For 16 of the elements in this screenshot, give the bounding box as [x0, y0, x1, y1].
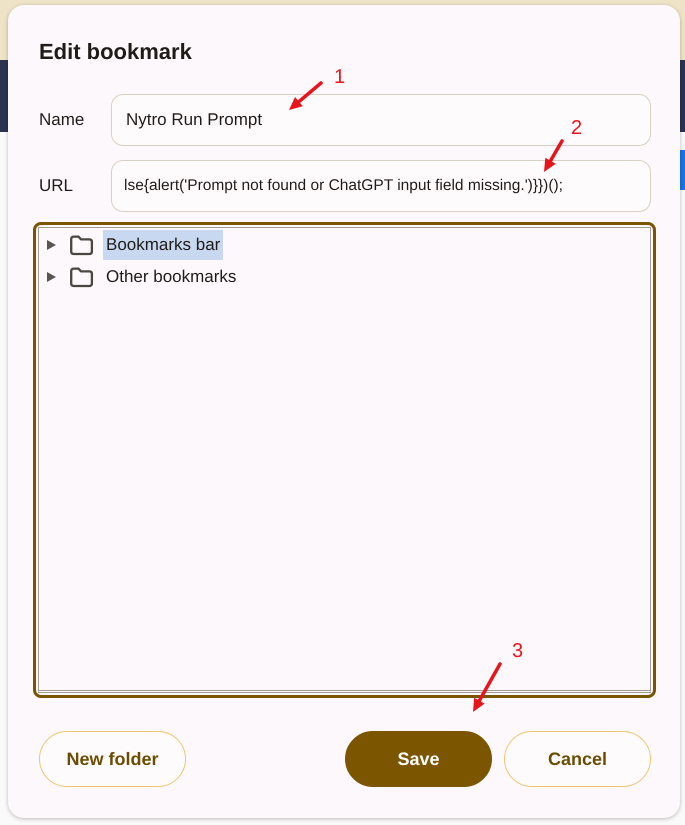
folder-tree-item[interactable]: Other bookmarks [103, 262, 240, 292]
cancel-button[interactable]: Cancel [504, 731, 651, 787]
folder-icon [69, 266, 94, 288]
annotation-number: 3 [512, 640, 524, 662]
save-button[interactable]: Save [345, 731, 492, 787]
field-label: Name [39, 109, 86, 132]
folder-tree-item[interactable]: Bookmarks bar [103, 230, 224, 260]
expand-triangle-icon[interactable] [47, 240, 56, 250]
dialog-title: Edit bookmark [39, 38, 192, 66]
expand-triangle-icon[interactable] [47, 272, 56, 282]
url-input-field[interactable]: lse{alert('Prompt not found or ChatGPT input field missing.')}})(); [111, 160, 651, 212]
annotation-number: 1 [334, 66, 346, 88]
annotation-number: 2 [571, 117, 582, 139]
new-folder-button[interactable]: New folder [39, 731, 186, 787]
field-label: URL [39, 175, 74, 198]
folder-icon [69, 234, 94, 256]
